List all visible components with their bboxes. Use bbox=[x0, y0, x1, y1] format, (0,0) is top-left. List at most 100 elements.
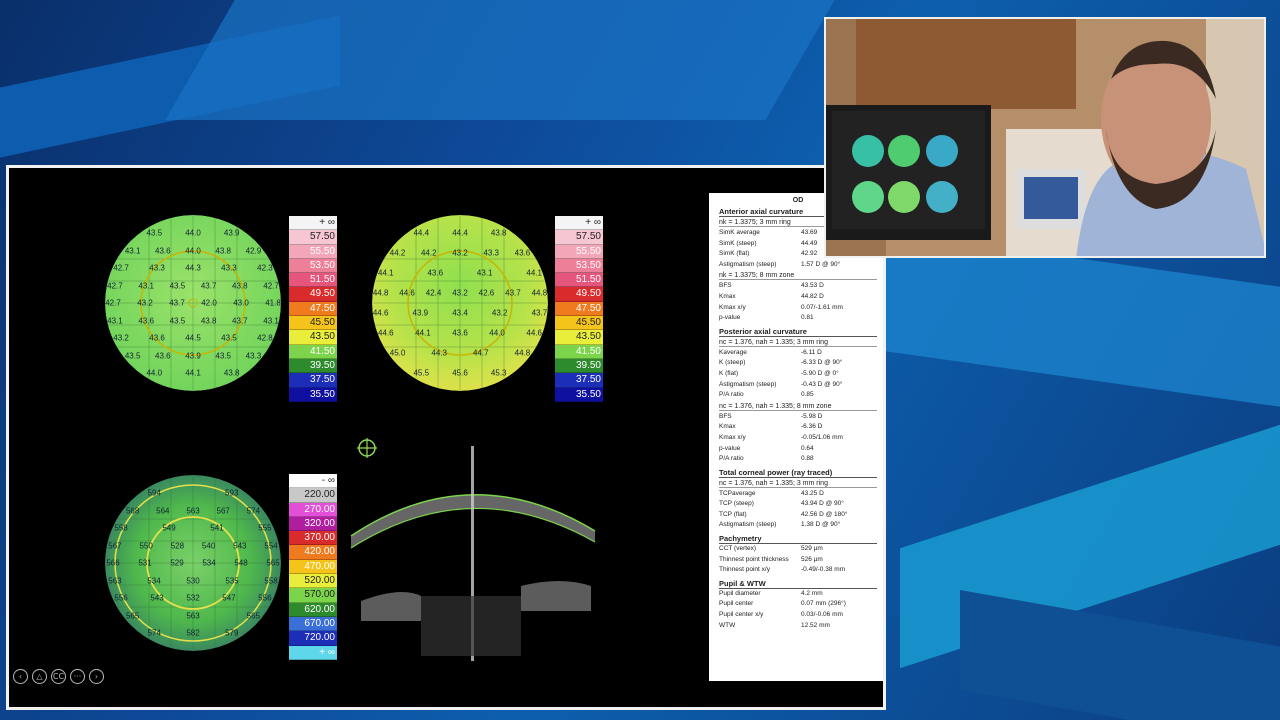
report-row: CCT (vertex) 529 µm bbox=[719, 544, 877, 555]
map-value: 44.1 bbox=[526, 268, 542, 278]
scale-step: 720.00 bbox=[289, 631, 337, 646]
map-value: 43.6 bbox=[514, 248, 531, 258]
map-value: 42.7 bbox=[105, 298, 121, 308]
report-label: TCPaverage bbox=[719, 489, 756, 497]
map-value: 44.1 bbox=[378, 268, 394, 278]
map-value: 43.3 bbox=[149, 263, 165, 273]
map-value: 534 bbox=[202, 558, 216, 568]
map-value: 43.9 bbox=[412, 308, 429, 318]
map-value: 44.7 bbox=[473, 348, 489, 358]
map-value: 563 bbox=[186, 506, 200, 515]
report-subheading: nc = 1.376, nah = 1.335; 3 mm ring bbox=[719, 339, 877, 347]
report-label: Pupil center x/y bbox=[719, 611, 764, 619]
report-section-title: Posterior axial curvature bbox=[719, 327, 877, 337]
report-value: -0.43 D @ 90° bbox=[801, 380, 843, 388]
report-value: 42.56 D @ 180° bbox=[801, 510, 848, 518]
report-row: Pupil center 0.07 mm (296°) bbox=[719, 599, 877, 610]
prev-icon[interactable]: ‹ bbox=[13, 669, 28, 684]
map-value: 42.6 bbox=[478, 288, 495, 298]
map-value: 42.7 bbox=[113, 263, 129, 273]
map-value: 593 bbox=[225, 488, 239, 498]
scale-step: 43.50 bbox=[555, 330, 603, 345]
map-value: 43.6 bbox=[155, 351, 171, 360]
cc-icon[interactable]: CC bbox=[51, 669, 66, 684]
map-value: 42.0 bbox=[201, 298, 217, 308]
scale-step: 270.00 bbox=[289, 502, 337, 517]
player-controls: ‹ △ CC ··· › bbox=[13, 669, 104, 684]
map-value: 44.0 bbox=[146, 368, 163, 378]
map-value: 564 bbox=[156, 506, 170, 515]
scale-step: 520.00 bbox=[289, 574, 337, 589]
map-value: 43.5 bbox=[169, 281, 186, 290]
map-value: 558 bbox=[114, 523, 128, 533]
curvature-scale-2: + ∞ 57.50 55.50 53.50 51.50 49.50 47.50 45.50 43… bbox=[555, 216, 603, 402]
report-value: -0.49/-0.38 mm bbox=[801, 566, 846, 574]
report-label: p-value bbox=[719, 444, 741, 452]
scale-step: 420.00 bbox=[289, 545, 337, 560]
report-label: Kmax x/y bbox=[719, 303, 746, 311]
report-row: Pupil center x/y 0.03/-0.06 mm bbox=[719, 610, 877, 621]
report-value: 43.53 D bbox=[801, 282, 824, 290]
map-value: 43.2 bbox=[452, 248, 468, 258]
map-value: 43.8 bbox=[200, 316, 217, 325]
map-graphic bbox=[105, 215, 281, 391]
map-value: 44.1 bbox=[185, 368, 201, 378]
report-value: 526 µm bbox=[801, 555, 823, 563]
scale-step: 55.50 bbox=[555, 244, 603, 259]
report-value: 43.69 bbox=[801, 229, 818, 236]
map-value: 565 bbox=[266, 558, 280, 568]
pachymetry-map: 594 593 568 564 563 567 574 558 549 541 555 567 550 5… bbox=[105, 475, 281, 651]
map-value: 44.6 bbox=[399, 288, 415, 298]
map-value: 547 bbox=[222, 593, 236, 603]
map-value: 45.3 bbox=[490, 368, 507, 378]
report-value: 42.92 bbox=[801, 250, 818, 258]
scale-step: 51.50 bbox=[555, 273, 603, 288]
report-value: 44.82 D bbox=[801, 292, 824, 300]
report-label: Kmax bbox=[719, 423, 736, 431]
report-label: Astigmatism (steep) bbox=[719, 380, 777, 388]
scale-step: 45.50 bbox=[289, 316, 337, 331]
map-value: 528 bbox=[170, 541, 185, 550]
map-value: 543 bbox=[233, 541, 247, 550]
posterior-curvature-map: 44.4 44.4 43.8 44.2 44.2 43.2 43.3 43.6 44.1 43.6… bbox=[372, 215, 548, 391]
report-row: Thinnest point thickness 526 µm bbox=[719, 555, 877, 566]
oct-cross-section bbox=[350, 438, 596, 661]
scale-step: + ∞ bbox=[289, 216, 337, 231]
home-icon[interactable]: △ bbox=[32, 669, 47, 684]
report-section-title: Total corneal power (ray traced) bbox=[719, 468, 877, 478]
map-value: 565 bbox=[246, 611, 261, 620]
report-label: Pupil center bbox=[719, 600, 754, 608]
map-value: 558 bbox=[264, 576, 278, 585]
report-label: Thinnest point x/y bbox=[719, 566, 770, 574]
report-row: K (steep) -6.33 D @ 90° bbox=[719, 358, 877, 369]
map-value: 549 bbox=[162, 523, 176, 533]
scale-step: 45.50 bbox=[555, 316, 603, 331]
report-value: 0.07 mm (296°) bbox=[801, 600, 846, 608]
report-value: 4.2 mm bbox=[801, 589, 823, 597]
next-icon[interactable]: › bbox=[89, 669, 104, 684]
scale-step: 57.50 bbox=[289, 230, 337, 245]
report-subheading: nc = 1.376, nah = 1.335; 3 mm ring bbox=[719, 480, 877, 488]
report-label: Pupil diameter bbox=[719, 589, 761, 597]
map-value: 43.7 bbox=[232, 316, 248, 325]
webcam-image bbox=[826, 19, 1264, 256]
report-label: SimK (steep) bbox=[719, 239, 757, 247]
map-value: 45.0 bbox=[389, 348, 406, 358]
more-icon[interactable]: ··· bbox=[70, 669, 85, 684]
map-value: 43.7 bbox=[200, 281, 217, 290]
report-value: -5.98 D bbox=[801, 412, 823, 420]
map-value: 43.6 bbox=[149, 333, 165, 343]
report-row: Pupil diameter 4.2 mm bbox=[719, 589, 877, 600]
map-graphic bbox=[105, 475, 281, 651]
scale-step: 570.00 bbox=[289, 588, 337, 603]
report-value: 43.94 D @ 90° bbox=[801, 500, 844, 508]
map-value: 43.9 bbox=[185, 351, 201, 360]
report-label: P/A ratio bbox=[719, 391, 744, 399]
report-label: TCP (flat) bbox=[719, 510, 747, 518]
scale-step: 57.50 bbox=[555, 230, 603, 245]
scale-step: 39.50 bbox=[289, 358, 337, 374]
report-row: Kmax 44.82 D bbox=[719, 292, 877, 303]
scale-step: 37.50 bbox=[289, 373, 337, 388]
map-value: 43.1 bbox=[138, 281, 154, 290]
scale-step: 53.50 bbox=[289, 258, 337, 274]
